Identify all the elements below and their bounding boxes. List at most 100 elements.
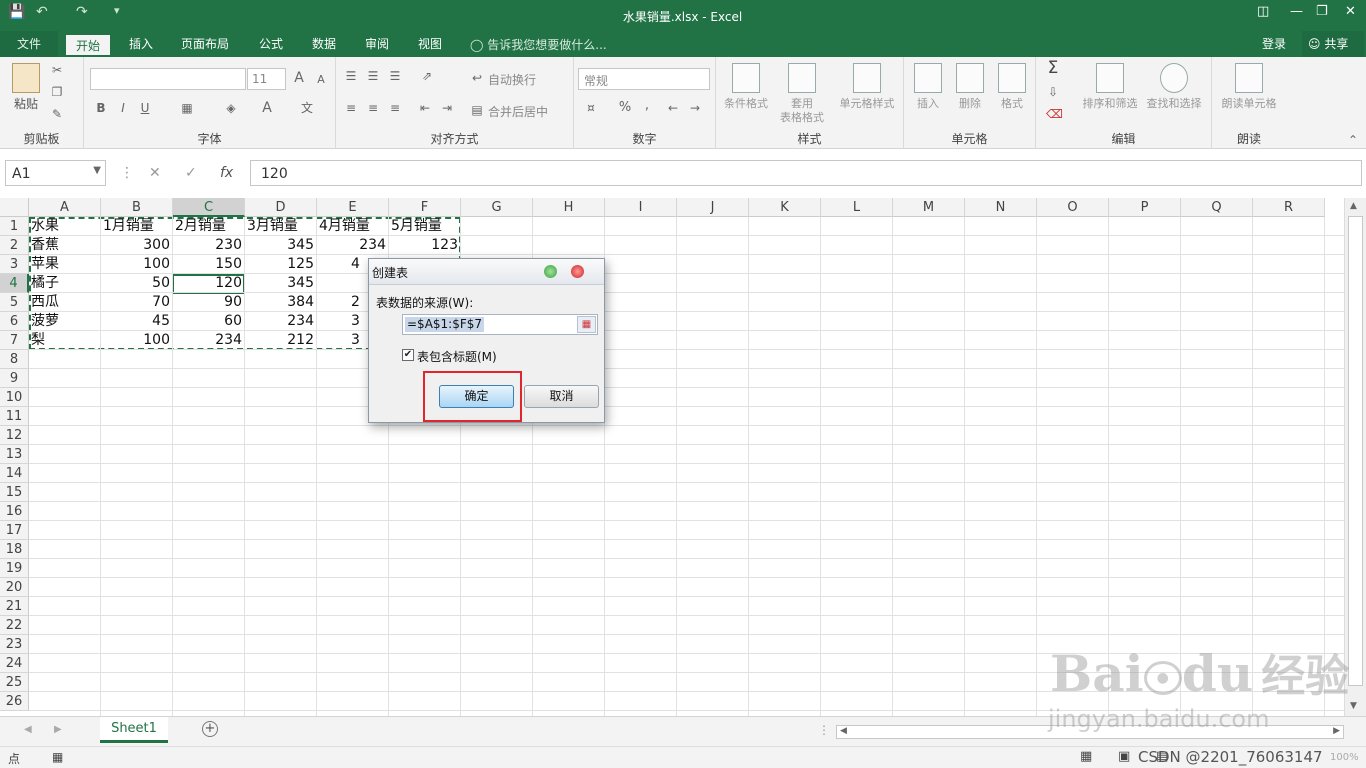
cell[interactable]: 234: [245, 312, 317, 331]
sort-filter-button[interactable]: 排序和筛选: [1078, 63, 1142, 111]
currency-icon[interactable]: ¤: [584, 101, 598, 115]
increase-decimal-icon[interactable]: ←: [666, 101, 680, 115]
next-sheet-icon[interactable]: ▶: [54, 724, 62, 735]
tab-review[interactable]: 审阅: [365, 35, 389, 52]
format-painter-icon[interactable]: ✎: [50, 107, 64, 121]
cell[interactable]: 384: [245, 293, 317, 312]
cell-header[interactable]: 水果: [29, 217, 101, 236]
row-header-6[interactable]: 6: [0, 312, 29, 331]
column-header-O[interactable]: O: [1037, 198, 1109, 217]
cell-styles-button[interactable]: 单元格样式: [834, 63, 900, 111]
row-header-14[interactable]: 14: [0, 464, 29, 483]
formula-input[interactable]: 120: [250, 160, 1362, 186]
cell[interactable]: 345: [245, 274, 317, 293]
column-header-H[interactable]: H: [533, 198, 605, 217]
row-header-23[interactable]: 23: [0, 635, 29, 654]
row-header-26[interactable]: 26: [0, 692, 29, 711]
cell[interactable]: 125: [245, 255, 317, 274]
font-name-select[interactable]: [90, 68, 246, 90]
cancel-button[interactable]: 取消: [524, 385, 599, 408]
cut-icon[interactable]: ✂: [50, 63, 64, 77]
fill-icon[interactable]: ⇩: [1046, 85, 1060, 99]
paste-button[interactable]: 粘贴: [8, 63, 44, 112]
ribbon-display-icon[interactable]: ◫: [1257, 4, 1269, 19]
cell-partial[interactable]: 4: [349, 255, 363, 274]
cell[interactable]: 橘子: [29, 274, 101, 293]
align-middle-icon[interactable]: ☰: [366, 69, 380, 83]
cell[interactable]: 50: [101, 274, 173, 293]
row-header-21[interactable]: 21: [0, 597, 29, 616]
cell[interactable]: 120: [173, 274, 245, 293]
minimize-icon[interactable]: —: [1290, 4, 1303, 19]
align-center-icon[interactable]: ≡: [366, 101, 380, 115]
redo-icon[interactable]: ↷: [76, 4, 88, 20]
cell[interactable]: 345: [245, 236, 317, 255]
underline-icon[interactable]: U: [138, 101, 152, 115]
close-icon[interactable]: ✕: [1345, 4, 1356, 19]
row-header-18[interactable]: 18: [0, 540, 29, 559]
align-bottom-icon[interactable]: ☰: [388, 69, 402, 83]
comma-icon[interactable]: ,: [640, 99, 654, 113]
insert-function-button[interactable]: fx: [220, 165, 233, 181]
cell[interactable]: 苹果: [29, 255, 101, 274]
find-select-button[interactable]: 查找和选择: [1142, 63, 1206, 111]
tab-data[interactable]: 数据: [312, 35, 336, 52]
cell[interactable]: 123: [389, 236, 461, 255]
scroll-left-icon[interactable]: ◀: [840, 726, 847, 736]
column-header-F[interactable]: F: [389, 198, 461, 217]
cell-partial[interactable]: 2: [349, 293, 363, 312]
fill-color-icon[interactable]: ◈: [224, 101, 238, 115]
cell[interactable]: 西瓜: [29, 293, 101, 312]
has-headers-label[interactable]: 表包含标题(M): [417, 348, 497, 365]
cell[interactable]: 234: [317, 236, 389, 255]
cell[interactable]: 60: [173, 312, 245, 331]
row-header-11[interactable]: 11: [0, 407, 29, 426]
autosum-icon[interactable]: Σ: [1046, 60, 1060, 77]
cell[interactable]: 100: [101, 255, 173, 274]
column-header-R[interactable]: R: [1253, 198, 1325, 217]
share-button[interactable]: ☺ 共享: [1302, 31, 1364, 57]
column-header-I[interactable]: I: [605, 198, 677, 217]
column-header-J[interactable]: J: [677, 198, 749, 217]
source-range-input[interactable]: =$A$1:$F$7 ▦: [402, 314, 598, 335]
insert-cells-button[interactable]: 插入: [910, 63, 946, 111]
number-format-select[interactable]: 常规: [578, 68, 710, 90]
column-header-M[interactable]: M: [893, 198, 965, 217]
phonetic-icon[interactable]: 文: [300, 101, 314, 115]
format-as-table-button[interactable]: 套用 表格格式: [772, 63, 832, 125]
row-header-13[interactable]: 13: [0, 445, 29, 464]
column-header-B[interactable]: B: [101, 198, 173, 217]
merge-center-button[interactable]: 合并后居中: [488, 103, 548, 120]
undo-icon[interactable]: ↶: [36, 4, 48, 20]
splitter-icon[interactable]: ⋮: [818, 723, 830, 737]
row-header-10[interactable]: 10: [0, 388, 29, 407]
increase-indent-icon[interactable]: ⇥: [440, 101, 454, 115]
cell[interactable]: 90: [173, 293, 245, 312]
restore-icon[interactable]: ❐: [1316, 4, 1328, 19]
cell[interactable]: 香蕉: [29, 236, 101, 255]
collapse-ribbon-icon[interactable]: ⌃: [1346, 133, 1360, 147]
cell[interactable]: 100: [101, 331, 173, 350]
bold-icon[interactable]: B: [94, 101, 108, 115]
cell-header[interactable]: 4月销量: [317, 217, 389, 236]
row-header-15[interactable]: 15: [0, 483, 29, 502]
tab-formulas[interactable]: 公式: [259, 35, 283, 52]
scroll-up-icon[interactable]: ▲: [1350, 201, 1357, 211]
column-header-L[interactable]: L: [821, 198, 893, 217]
help-icon[interactable]: [544, 265, 557, 278]
cell[interactable]: 菠萝: [29, 312, 101, 331]
row-header-25[interactable]: 25: [0, 673, 29, 692]
row-header-12[interactable]: 12: [0, 426, 29, 445]
row-header-20[interactable]: 20: [0, 578, 29, 597]
normal-view-icon[interactable]: ▦: [1080, 749, 1092, 764]
tab-view[interactable]: 视图: [418, 35, 442, 52]
cell[interactable]: 70: [101, 293, 173, 312]
column-header-C[interactable]: C: [173, 198, 245, 217]
has-headers-checkbox[interactable]: ✔: [402, 349, 414, 361]
scroll-down-icon[interactable]: ▼: [1350, 701, 1357, 711]
row-header-3[interactable]: 3: [0, 255, 29, 274]
tab-home[interactable]: 开始: [64, 33, 112, 57]
tell-me-box[interactable]: ◯ 告诉我您想要做什么...: [470, 36, 607, 53]
font-size-select[interactable]: 11: [247, 68, 286, 90]
cell[interactable]: 234: [173, 331, 245, 350]
